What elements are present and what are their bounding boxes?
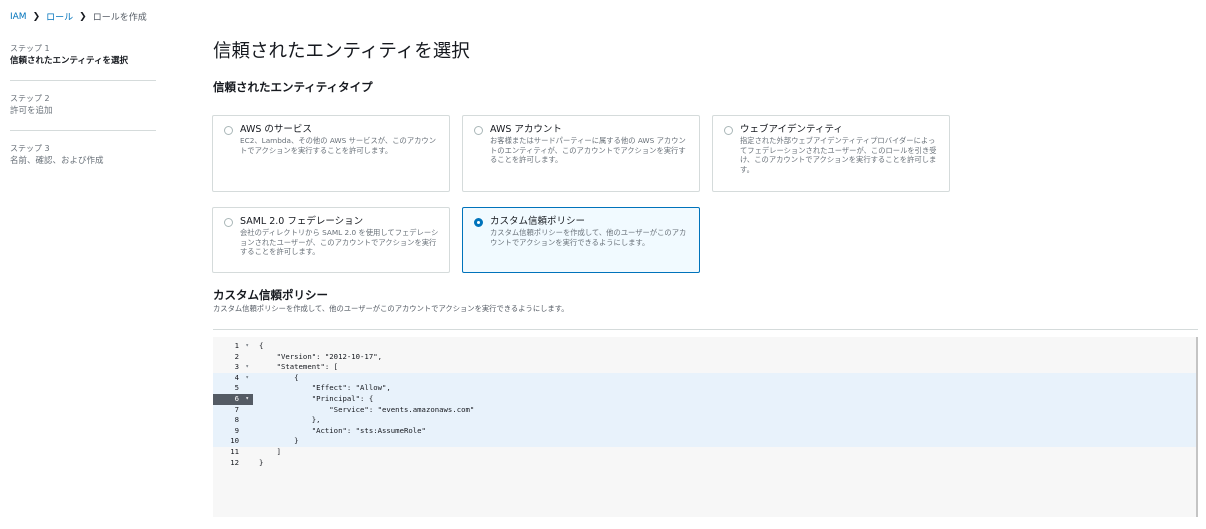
line-number-text: 6 (234, 394, 239, 403)
divider (213, 329, 1198, 330)
line-number: 10 (213, 436, 253, 447)
option-aws-service[interactable]: AWS のサービス EC2、Lambda、その他の AWS サービスが、このアカ… (212, 115, 450, 192)
radio-button-selected[interactable] (474, 218, 483, 227)
code-line[interactable]: 9 "Action": "sts:AssumeRole" (213, 425, 1196, 437)
step-title: 名前、確認、および作成 (10, 156, 104, 166)
entity-type-heading: 信頼されたエンティティタイプ (213, 80, 373, 94)
line-number-text: 7 (234, 404, 239, 414)
line-number: 6 ▾ (213, 394, 253, 405)
step-3: ステップ 3 名前、確認、および作成 (10, 143, 156, 180)
step-title: 信頼されたエンティティを選択 (10, 56, 128, 66)
line-number-text: 1 (234, 341, 239, 350)
line-number-text: 10 (230, 436, 239, 446)
option-web-identity[interactable]: ウェブアイデンティティ 指定された外部ウェブアイデンティティプロバイダーによって… (712, 115, 950, 192)
option-custom-trust-policy[interactable]: カスタム信頼ポリシー カスタム信頼ポリシーを作成して、他のユーザーがこのアカウン… (462, 207, 700, 273)
chevron-right-icon: ❯ (79, 11, 87, 22)
code-line[interactable]: 6 ▾ "Principal": { (213, 394, 1196, 405)
line-number: 8 (213, 415, 253, 426)
line-number: 4 ▾ (213, 373, 253, 384)
code-line[interactable]: 11 ] (213, 447, 1196, 458)
line-number-text: 9 (234, 425, 239, 435)
line-number-text: 11 (230, 447, 239, 456)
line-number-text: 5 (234, 383, 239, 393)
line-number-text: 3 (234, 362, 239, 372)
code-text: } (259, 436, 299, 446)
option-description: カスタム信頼ポリシーを作成して、他のユーザーがこのアカウントでアクションを実行で… (490, 228, 687, 247)
line-number-text: 4 (234, 372, 239, 382)
fold-toggle-icon[interactable]: ▾ (245, 394, 249, 405)
code-text: { (259, 372, 299, 382)
radio-button[interactable] (474, 126, 483, 135)
code-line[interactable]: 7 "Service": "events.amazonaws.com" (213, 404, 1196, 416)
breadcrumb-iam-link[interactable]: IAM (10, 12, 27, 22)
line-number: 12 (213, 458, 253, 469)
breadcrumb: IAM ❯ ロール ❯ ロールを作成 (10, 10, 147, 24)
code-line[interactable]: 1 ▾{ (213, 341, 1196, 352)
line-number: 11 (213, 447, 253, 458)
code-line[interactable]: 3 ▾ "Statement": [ (213, 362, 1196, 373)
code-text: "Service": "events.amazonaws.com" (259, 404, 475, 414)
option-description: お客様またはサードパーティーに属する他の AWS アカウントのエンティティが、こ… (490, 136, 686, 164)
breadcrumb-roles-link[interactable]: ロール (46, 10, 73, 23)
code-line[interactable]: 10 } (213, 436, 1196, 447)
step-title: 許可を追加 (10, 106, 53, 116)
breadcrumb-current: ロールを作成 (92, 13, 147, 23)
step-number: ステップ 3 (10, 144, 50, 153)
step-1: ステップ 1 信頼されたエンティティを選択 (10, 43, 156, 81)
radio-button[interactable] (724, 126, 733, 135)
code-text: }, (259, 415, 321, 425)
policy-code-editor[interactable]: 1 ▾{2 "Version": "2012-10-17", 3 ▾ "Stateme… (213, 337, 1198, 517)
option-aws-account[interactable]: AWS アカウント お客様またはサードパーティーに属する他の AWS アカウント… (462, 115, 700, 192)
code-text: "Principal": { (259, 394, 374, 403)
line-number: 2 (213, 352, 253, 363)
code-text: "Statement": [ (259, 362, 339, 372)
line-number: 1 ▾ (213, 341, 253, 352)
line-number-text: 12 (230, 457, 239, 467)
line-number-text: 2 (234, 351, 239, 361)
code-line[interactable]: 4 ▾ { (213, 372, 1196, 384)
line-number-text: 8 (234, 415, 239, 425)
custom-policy-heading: カスタム信頼ポリシー (213, 288, 328, 302)
code-text: "Effect": "Allow", (259, 383, 391, 393)
code-line[interactable]: 5 "Effect": "Allow", (213, 383, 1196, 394)
line-number: 9 (213, 426, 253, 437)
option-title: SAML 2.0 フェデレーション (240, 216, 364, 227)
code-line[interactable]: 12} (213, 458, 1196, 469)
code-text: "Action": "sts:AssumeRole" (259, 425, 426, 435)
code-text: { (259, 341, 264, 350)
line-number: 5 (213, 383, 253, 394)
radio-button[interactable] (224, 218, 233, 227)
code-text: ] (259, 447, 281, 456)
option-saml-federation[interactable]: SAML 2.0 フェデレーション 会社のディレクトリから SAML 2.0 を… (212, 207, 450, 273)
custom-policy-description: カスタム信頼ポリシーを作成して、他のユーザーがこのアカウントでアクションを実行で… (213, 304, 569, 313)
fold-toggle-icon[interactable]: ▾ (245, 373, 249, 384)
option-title: AWS のサービス (240, 124, 312, 135)
line-number: 7 (213, 405, 253, 416)
page-title: 信頼されたエンティティを選択 (213, 41, 470, 62)
fold-toggle-icon[interactable]: ▾ (245, 362, 249, 373)
radio-button[interactable] (224, 126, 233, 135)
step-number: ステップ 2 (10, 94, 50, 103)
option-description: EC2、Lambda、その他の AWS サービスが、このアカウントでアクションを… (240, 136, 437, 155)
chevron-right-icon: ❯ (32, 11, 41, 22)
option-description: 指定された外部ウェブアイデンティティプロバイダーによってフェデレーションされたユ… (740, 136, 937, 174)
option-title: カスタム信頼ポリシー (490, 216, 586, 227)
line-number: 3 ▾ (213, 362, 253, 373)
code-line[interactable]: 2 "Version": "2012-10-17", (213, 352, 1196, 363)
code-line[interactable]: 8 }, (213, 415, 1196, 426)
fold-toggle-icon[interactable]: ▾ (245, 341, 249, 352)
option-title: AWS アカウント (490, 124, 562, 135)
option-title: ウェブアイデンティティ (740, 124, 843, 135)
option-description: 会社のディレクトリから SAML 2.0 を使用してフェデレーションされたユーザ… (240, 228, 439, 256)
code-text: "Version": "2012-10-17", (259, 351, 383, 361)
wizard-steps: ステップ 1 信頼されたエンティティを選択 ステップ 2 許可を追加 ステップ … (10, 43, 156, 192)
step-2: ステップ 2 許可を追加 (10, 93, 156, 131)
step-number: ステップ 1 (10, 44, 50, 53)
code-text: } (259, 457, 264, 467)
